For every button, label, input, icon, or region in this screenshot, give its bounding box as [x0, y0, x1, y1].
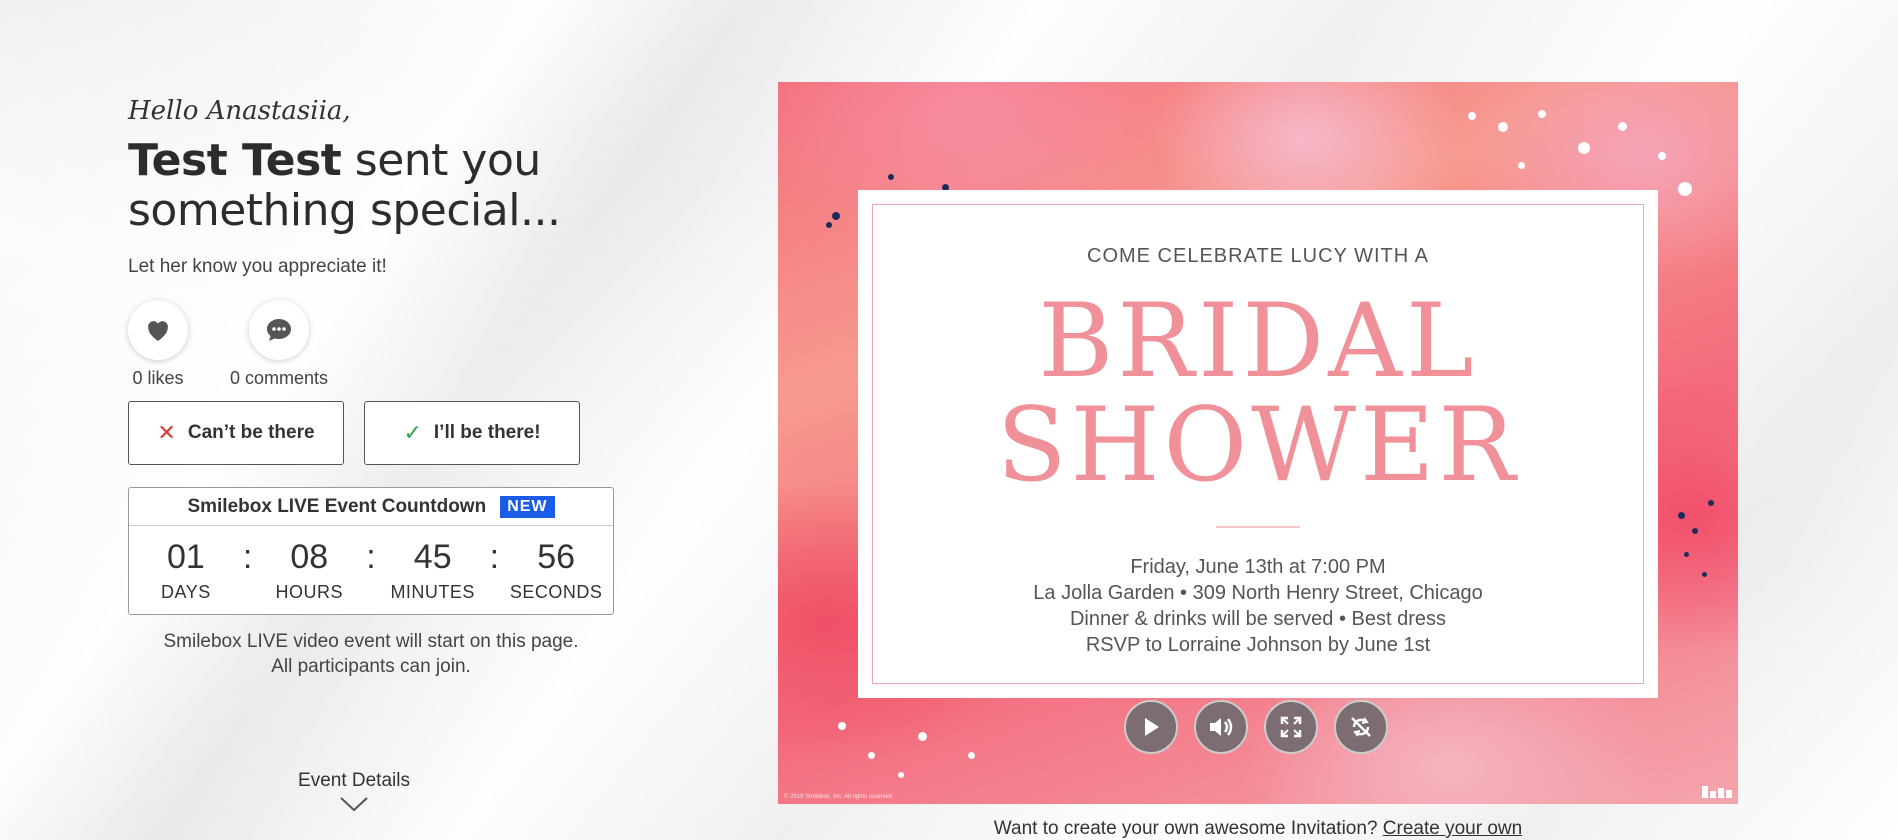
decline-label: Can’t be there: [187, 422, 315, 443]
chevron-down-icon: [340, 797, 368, 812]
create-own-cta: Want to create your own awesome Invitati…: [778, 818, 1738, 840]
hours-value: 08: [290, 538, 329, 576]
decor-dot: [1538, 110, 1546, 118]
countdown-title: Smilebox LIVE Event Countdown: [187, 495, 487, 517]
countdown-minutes: 45 MINUTES: [376, 538, 490, 603]
decor-dot: [898, 772, 904, 778]
invitation-frame: COME CELEBRATE LUCY WITH A BRIDAL SHOWER…: [872, 204, 1644, 684]
fullscreen-icon: [1280, 716, 1302, 738]
event-details-toggle[interactable]: Event Details: [292, 770, 416, 812]
close-icon: ✕: [157, 420, 176, 445]
seconds-value: 56: [537, 538, 576, 576]
decor-dot: [1578, 142, 1590, 154]
greeting: Hello Anastasiia,: [128, 96, 351, 126]
minutes-value: 45: [413, 538, 452, 576]
decor-dot: [1692, 528, 1698, 534]
separator: :: [366, 538, 376, 576]
player-controls: [1124, 700, 1388, 754]
countdown-timer: 01 DAYS : 08 HOURS : 45 MINUTES : 56 SEC…: [129, 526, 613, 603]
cta-text: Want to create your own awesome Invitati…: [993, 818, 1383, 839]
decor-dot: [968, 752, 975, 759]
heart-icon: [148, 321, 168, 341]
accept-label: I’ll be there!: [433, 422, 541, 443]
invitation-kicker: COME CELEBRATE LUCY WITH A: [1087, 245, 1429, 267]
decor-dot: [1708, 500, 1714, 506]
decor-dot: [1678, 182, 1692, 196]
decor-dot: [1684, 552, 1689, 557]
new-badge: NEW: [500, 495, 555, 518]
decor-dot: [1468, 112, 1476, 120]
decor-dot: [826, 222, 832, 228]
left-panel: Hello Anastasiia, Test Test sent you som…: [128, 96, 648, 679]
decor-dot: [1518, 162, 1525, 169]
countdown-hours: 08 HOURS: [252, 538, 366, 603]
headline-line2: something special...: [128, 185, 561, 236]
invitation-player[interactable]: COME CELEBRATE LUCY WITH A BRIDAL SHOWER…: [778, 82, 1738, 804]
invitation-rsvp: RSVP to Lorraine Johnson by June 1st: [1085, 634, 1431, 656]
headline: Test Test sent you something special...: [128, 136, 648, 236]
check-icon: ✓: [403, 420, 422, 445]
event-details-label: Event Details: [298, 770, 410, 791]
decor-dot: [918, 732, 927, 741]
live-note: Smilebox LIVE video event will start on …: [128, 629, 614, 679]
decor-dot: [888, 174, 894, 180]
likes-count: 0 likes: [132, 368, 184, 388]
minutes-label: MINUTES: [390, 582, 475, 602]
play-button[interactable]: [1124, 700, 1178, 754]
reactions: 0 likes 0 comments: [128, 300, 648, 389]
comment-icon: [267, 319, 292, 341]
separator: :: [242, 538, 253, 576]
countdown-days: 01 DAYS: [129, 538, 243, 603]
comments-count: 0 comments: [230, 368, 329, 388]
countdown-seconds: 56 SECONDS: [499, 538, 613, 603]
sender-name: Test Test: [128, 135, 342, 186]
subline: Let her know you appreciate it!: [128, 256, 387, 277]
decor-dot: [1678, 512, 1685, 519]
rsvp-buttons: ✕ Can’t be there ✓ I’ll be there!: [128, 401, 648, 465]
invitation-title-line2: SHOWER: [996, 386, 1520, 505]
divider: [1216, 526, 1300, 528]
invitation-paper: COME CELEBRATE LUCY WITH A BRIDAL SHOWER…: [858, 190, 1658, 698]
event-countdown: Smilebox LIVE Event Countdown NEW 01 DAY…: [128, 487, 614, 615]
like-reaction: 0 likes: [128, 300, 188, 389]
smilebox-logo-icon: [1702, 786, 1732, 798]
invitation-location: La Jolla Garden • 309 North Henry Street…: [1033, 582, 1483, 604]
countdown-header: Smilebox LIVE Event Countdown NEW: [129, 488, 613, 526]
seconds-label: SECONDS: [509, 582, 603, 602]
live-note-line2: All participants can join.: [271, 656, 471, 677]
comment-reaction: 0 comments: [230, 300, 328, 389]
invitation-date: Friday, June 13th at 7:00 PM: [1130, 556, 1386, 578]
invitation-dress-code: Dinner & drinks will be served • Best dr…: [1069, 608, 1447, 630]
volume-button[interactable]: [1194, 700, 1248, 754]
invitation-title: BRIDAL SHOWER: [873, 290, 1643, 498]
decor-dot: [1618, 122, 1627, 131]
ill-be-there-button[interactable]: ✓ I’ll be there!: [364, 401, 580, 465]
play-icon: [1145, 718, 1159, 736]
fullscreen-button[interactable]: [1264, 700, 1318, 754]
separator: :: [489, 538, 500, 576]
loop-off-button[interactable]: [1334, 700, 1388, 754]
comment-button[interactable]: [249, 300, 310, 360]
decor-dot: [868, 752, 875, 759]
invitation-title-line1: BRIDAL: [1038, 282, 1478, 401]
invitation-details: Friday, June 13th at 7:00 PM La Jolla Ga…: [873, 554, 1643, 658]
volume-icon: [1210, 718, 1233, 736]
days-label: DAYS: [161, 582, 211, 602]
cant-be-there-button[interactable]: ✕ Can’t be there: [128, 401, 344, 465]
hours-label: HOURS: [275, 582, 344, 602]
decor-dot: [832, 212, 840, 220]
live-note-line1: Smilebox LIVE video event will start on …: [163, 631, 579, 652]
copyright: © 2019 Smilebox, Inc. All rights reserve…: [784, 794, 893, 800]
days-value: 01: [166, 538, 205, 576]
headline-rest: sent you: [341, 135, 541, 186]
loop-off-icon: [1351, 717, 1371, 737]
decor-dot: [1498, 122, 1508, 132]
decor-dot: [838, 722, 846, 730]
decor-dot: [1702, 572, 1707, 577]
create-your-own-link[interactable]: Create your own: [1383, 818, 1522, 839]
decor-dot: [1658, 152, 1666, 160]
like-button[interactable]: [128, 300, 188, 360]
